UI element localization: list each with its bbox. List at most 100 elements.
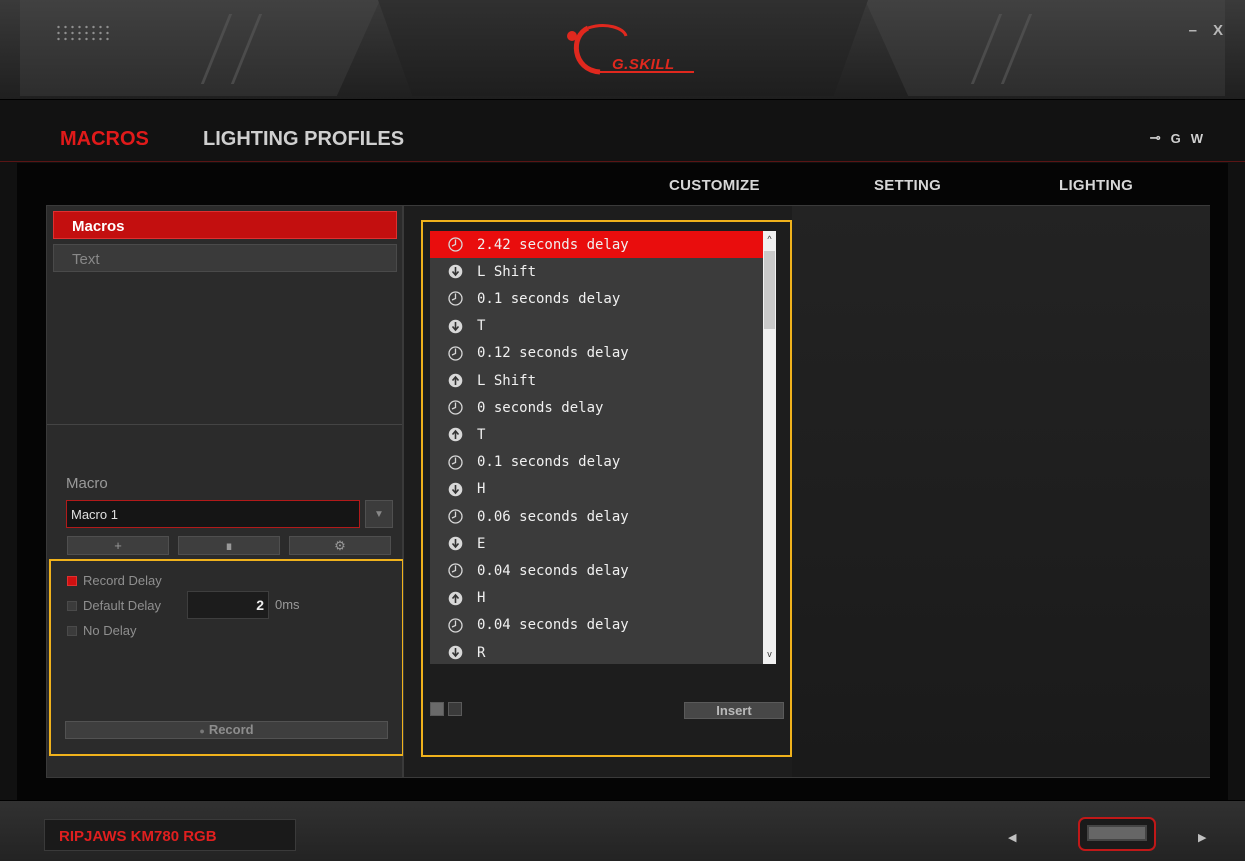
- macro-settings-button[interactable]: ⚙: [289, 536, 391, 555]
- keyboard-thumbnail-icon[interactable]: [1078, 817, 1156, 851]
- title-bar: G.SKILL – X: [0, 0, 1245, 100]
- sequence-row-text: L Shift: [477, 263, 537, 280]
- prev-device-icon[interactable]: ◀: [1008, 831, 1016, 844]
- key-down-icon: [448, 536, 463, 551]
- no-delay-label: No Delay: [83, 623, 137, 638]
- record-button[interactable]: ● Record: [65, 721, 388, 739]
- clock-icon: [448, 237, 463, 252]
- tab-macros[interactable]: MACROS: [60, 128, 149, 151]
- sequence-row[interactable]: 0.04 seconds delay: [430, 612, 763, 639]
- sequence-row-text: T: [477, 318, 486, 335]
- next-device-icon[interactable]: ▶: [1198, 831, 1206, 844]
- tab-lighting-profiles[interactable]: LIGHTING PROFILES: [203, 128, 404, 151]
- sequence-row[interactable]: H: [430, 476, 763, 503]
- default-delay-input[interactable]: 2: [187, 591, 269, 619]
- sequence-row-text: E: [477, 535, 486, 552]
- record-delay-option[interactable]: Record Delay: [67, 573, 162, 588]
- record-delay-checkbox[interactable]: [67, 575, 77, 586]
- default-delay-label: Default Delay: [83, 598, 162, 613]
- record-dot-icon: ●: [199, 726, 205, 736]
- g-mode-button[interactable]: G: [1171, 131, 1181, 146]
- sequence-row[interactable]: T: [430, 313, 763, 340]
- scrollbar[interactable]: ^ v: [763, 231, 776, 664]
- sequence-row-text: 0.04 seconds delay: [477, 617, 629, 634]
- title-panel-left: [20, 0, 380, 96]
- sequence-row[interactable]: 0.1 seconds delay: [430, 449, 763, 476]
- key-down-icon: [448, 482, 463, 497]
- w-mode-button[interactable]: W: [1191, 131, 1203, 146]
- recording-options: Record Delay Default Delay 2 0ms No Dela…: [49, 559, 404, 756]
- key-down-icon: [448, 264, 463, 279]
- sequence-row[interactable]: 0.04 seconds delay: [430, 557, 763, 584]
- sequence-row-text: H: [477, 590, 486, 607]
- sequence-row[interactable]: H: [430, 585, 763, 612]
- sequence-row[interactable]: 2.42 seconds delay: [430, 231, 763, 258]
- category-macros[interactable]: Macros: [53, 211, 397, 239]
- scroll-up-icon[interactable]: ^: [763, 234, 776, 244]
- sequence-panel: R 0.04 seconds delay H 0.04 seconds delay E 0…: [403, 205, 1210, 778]
- sequence-row[interactable]: L Shift: [430, 258, 763, 285]
- usb-icon[interactable]: ⊸: [1150, 130, 1161, 146]
- record-label: Record: [208, 722, 254, 737]
- sequence-row[interactable]: 0.12 seconds delay: [430, 340, 763, 367]
- sequence-row-text: 0.04 seconds delay: [477, 562, 629, 579]
- scroll-thumb[interactable]: [764, 251, 775, 329]
- sequence-row-text: L Shift: [477, 372, 537, 389]
- insert-button[interactable]: Insert: [684, 702, 784, 719]
- clock-icon: [448, 291, 463, 307]
- macro-label: Macro: [66, 475, 108, 492]
- sequence-box: R 0.04 seconds delay H 0.04 seconds delay E 0…: [421, 220, 792, 757]
- tab-lighting[interactable]: LIGHTING: [1059, 177, 1133, 194]
- sequence-row-text: H: [477, 481, 486, 498]
- delete-step-button[interactable]: [430, 702, 444, 716]
- key-up-icon: [448, 373, 463, 388]
- tab-customize[interactable]: CUSTOMIZE: [669, 177, 760, 194]
- sequence-row[interactable]: E: [430, 530, 763, 557]
- minimize-button[interactable]: –: [1189, 22, 1197, 39]
- sequence-row-text: 2.42 seconds delay: [477, 236, 629, 253]
- default-delay-checkbox[interactable]: [67, 600, 77, 611]
- clock-icon: [448, 454, 463, 470]
- sequence-row-text: 0.12 seconds delay: [477, 345, 629, 362]
- macro-select[interactable]: Macro 1: [66, 500, 360, 528]
- clock-icon: [448, 618, 463, 633]
- title-panel-right: [865, 0, 1225, 96]
- clock-icon: [448, 563, 463, 579]
- scroll-down-icon[interactable]: v: [763, 649, 776, 659]
- record-delay-label: Record Delay: [83, 573, 162, 588]
- brand-logo-text: G.SKILL: [612, 56, 675, 73]
- content-area: CUSTOMIZE SETTING LIGHTING Macros Text M…: [17, 163, 1228, 800]
- sequence-row-text: 0.1 seconds delay: [477, 454, 621, 471]
- no-delay-checkbox[interactable]: [67, 625, 77, 636]
- category-text[interactable]: Text: [53, 244, 397, 272]
- clock-icon: [448, 509, 463, 524]
- key-up-icon: [448, 591, 463, 605]
- sequence-row-text: T: [477, 426, 486, 443]
- sequence-row[interactable]: 0.06 seconds delay: [430, 503, 763, 530]
- sequence-row-text: 0.1 seconds delay: [477, 290, 621, 307]
- delay-unit-label: 0ms: [275, 597, 300, 612]
- key-down-icon: [448, 319, 463, 333]
- sub-nav: CUSTOMIZE SETTING LIGHTING: [17, 163, 1228, 203]
- sequence-row-text: 0.06 seconds delay: [477, 508, 629, 525]
- sequence-row[interactable]: T: [430, 421, 763, 448]
- add-macro-button[interactable]: +: [67, 536, 169, 555]
- divider: [47, 424, 402, 425]
- footer-bar: RIPJAWS KM780 RGB ◀ ▶: [0, 800, 1245, 861]
- sequence-row[interactable]: 0 seconds delay: [430, 394, 763, 421]
- sequence-row[interactable]: 0.1 seconds delay: [430, 285, 763, 312]
- sequence-row[interactable]: L Shift: [430, 367, 763, 394]
- vent-grille: [55, 24, 113, 42]
- chevron-down-icon[interactable]: ▼: [365, 500, 393, 528]
- macro-sequence-list[interactable]: R 0.04 seconds delay H 0.04 seconds delay E 0…: [430, 231, 776, 664]
- key-up-icon: [448, 428, 463, 442]
- close-button[interactable]: X: [1213, 22, 1223, 39]
- no-delay-option[interactable]: No Delay: [67, 623, 136, 638]
- edit-step-button[interactable]: [448, 702, 462, 716]
- main-nav: MACROS LIGHTING PROFILES ⊸ G W: [0, 100, 1245, 162]
- sequence-row[interactable]: R: [430, 639, 763, 664]
- device-name[interactable]: RIPJAWS KM780 RGB: [44, 819, 296, 851]
- default-delay-option[interactable]: Default Delay: [67, 598, 161, 613]
- tab-setting[interactable]: SETTING: [874, 177, 941, 194]
- delete-macro-button[interactable]: ∎: [178, 536, 280, 555]
